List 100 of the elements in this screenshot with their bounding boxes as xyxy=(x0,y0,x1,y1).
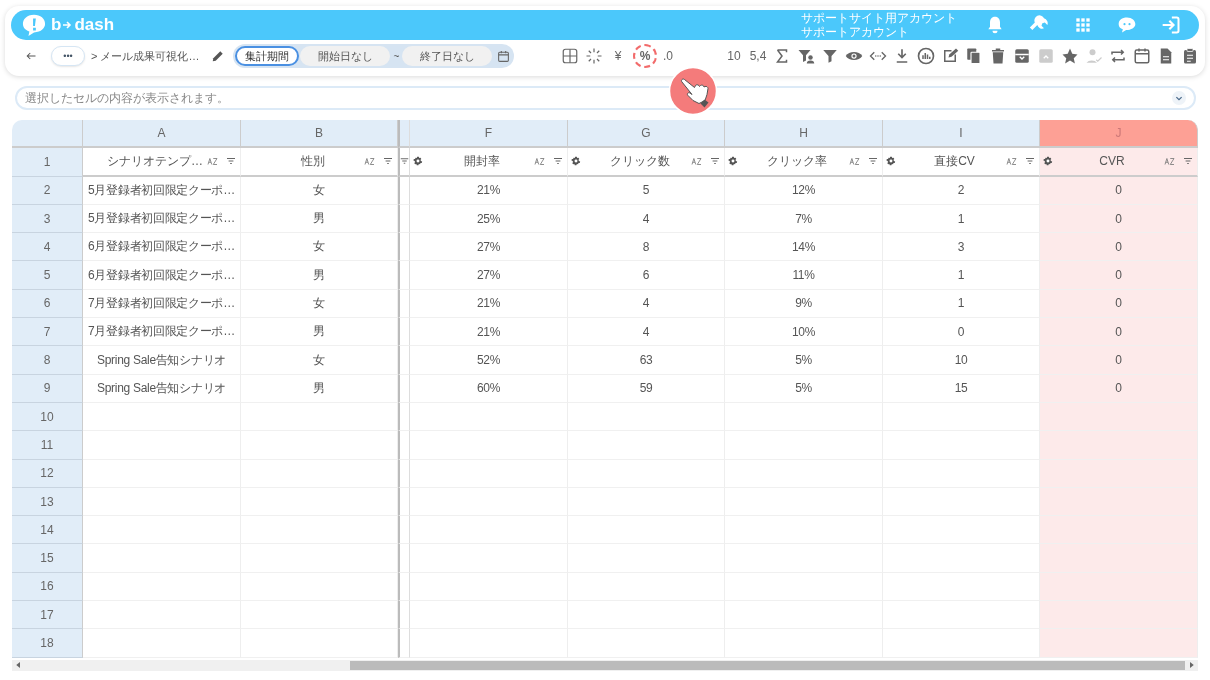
row-number[interactable]: 17 xyxy=(12,601,83,630)
format-button[interactable]: 10 xyxy=(725,47,743,65)
scroll-left-icon[interactable] xyxy=(16,662,21,669)
table-cell: 男 xyxy=(241,204,398,234)
copy-icon[interactable] xyxy=(965,47,983,65)
archive-icon[interactable] xyxy=(1013,47,1031,65)
filter-icon[interactable] xyxy=(1025,157,1035,166)
settings-icon[interactable] xyxy=(728,156,738,167)
row-number[interactable]: 16 xyxy=(12,572,83,602)
scroll-right-icon[interactable] xyxy=(1189,662,1194,669)
row-number[interactable]: 12 xyxy=(12,459,83,488)
filter-icon[interactable] xyxy=(383,157,393,166)
calendar-icon[interactable] xyxy=(1133,47,1151,65)
account-name: サポートサイト用アカウント xyxy=(801,11,957,25)
number-cell: 12% xyxy=(725,176,883,205)
number-cell: 21% xyxy=(410,318,568,347)
filter-person-icon[interactable] xyxy=(797,47,815,65)
sort-icon[interactable] xyxy=(691,156,702,166)
trash-icon[interactable] xyxy=(989,47,1007,65)
range-separator: ~ xyxy=(393,50,400,62)
sort-icon[interactable] xyxy=(534,156,545,166)
number-cell: 5% xyxy=(725,346,883,375)
row-number[interactable]: 11 xyxy=(12,431,83,460)
format-button[interactable]: % xyxy=(633,44,657,68)
logo-text: dash xyxy=(74,15,115,35)
sort-icon[interactable] xyxy=(207,156,218,166)
filter-icon[interactable] xyxy=(1183,157,1193,166)
clipboard-icon[interactable] xyxy=(1181,47,1199,65)
filter-icon[interactable] xyxy=(821,47,839,65)
number-cell: 0 xyxy=(1040,261,1198,290)
format-button[interactable]: .0 xyxy=(659,47,677,65)
calendar-icon[interactable] xyxy=(497,49,511,63)
pencil-icon[interactable] xyxy=(211,49,226,63)
column-header[interactable]: A xyxy=(83,120,241,149)
sort-icon[interactable] xyxy=(849,156,860,166)
row-number[interactable]: 6 xyxy=(12,289,83,319)
number-cell: 11% xyxy=(725,261,883,290)
start-date-field[interactable]: 開始日なし xyxy=(300,46,391,66)
filter-icon[interactable] xyxy=(400,157,409,166)
sort-icon[interactable] xyxy=(1164,156,1175,166)
chevron-down-icon[interactable] xyxy=(1172,91,1186,105)
row-number[interactable]: 1 xyxy=(12,148,83,177)
row-number[interactable]: 14 xyxy=(12,516,83,545)
row-number[interactable]: 13 xyxy=(12,487,83,517)
column-name: 性別 xyxy=(299,152,326,170)
settings-icon[interactable] xyxy=(571,156,581,167)
column-header[interactable]: F xyxy=(410,120,568,149)
row-number[interactable]: 15 xyxy=(12,544,83,573)
column-header[interactable]: H xyxy=(725,120,883,149)
filter-icon[interactable] xyxy=(710,157,720,166)
column-name: 開封率 xyxy=(463,152,501,170)
period-tab[interactable]: 集計期間 xyxy=(235,46,300,66)
number-cell: 4 xyxy=(568,318,725,347)
settings-icon[interactable] xyxy=(1043,156,1053,167)
format-button[interactable]: 5,4 xyxy=(749,47,767,65)
logo-icon xyxy=(21,13,47,37)
column-header[interactable]: B xyxy=(241,120,398,149)
number-cell: 21% xyxy=(410,289,568,319)
table-cell: 女 xyxy=(241,233,398,262)
cell-content-field[interactable]: 選択したセルの内容が表示されます。 xyxy=(15,86,1196,110)
filter-icon[interactable] xyxy=(868,157,878,166)
swap-icon[interactable] xyxy=(1109,47,1127,65)
account-name: サポートアカウント xyxy=(801,25,910,39)
more-button[interactable]: ••• xyxy=(51,46,85,66)
table-cell: 男 xyxy=(241,261,398,290)
settings-icon[interactable] xyxy=(413,156,423,167)
corner-cell[interactable] xyxy=(12,120,83,149)
row-number[interactable]: 5 xyxy=(12,261,83,290)
row-number[interactable]: 9 xyxy=(12,374,83,403)
filter-icon[interactable] xyxy=(553,157,563,166)
sort-icon[interactable] xyxy=(1006,156,1017,166)
column-name: シナリオテンプ… xyxy=(106,152,204,170)
row-number[interactable]: 18 xyxy=(12,629,83,658)
grid-icon[interactable] xyxy=(561,47,579,65)
breadcrumb[interactable]: > メール成果可視化… xyxy=(91,48,200,64)
column-header[interactable]: I xyxy=(883,120,1040,149)
chart-icon[interactable] xyxy=(917,47,935,65)
row-number[interactable]: 4 xyxy=(12,233,83,262)
end-date-field[interactable]: 終了日なし xyxy=(402,46,493,66)
number-cell: 0 xyxy=(1040,318,1198,347)
star-icon[interactable] xyxy=(1061,47,1079,65)
column-header[interactable]: G xyxy=(568,120,725,149)
table-cell: 7月登録者初回限定クーポ… xyxy=(83,318,241,347)
row-number[interactable]: 10 xyxy=(12,402,83,432)
sort-icon[interactable] xyxy=(364,156,375,166)
format-button[interactable]: ¥ xyxy=(609,47,627,65)
row-number[interactable]: 3 xyxy=(12,204,83,234)
row-number[interactable]: 7 xyxy=(12,318,83,347)
number-cell: 52% xyxy=(410,346,568,375)
settings-icon[interactable] xyxy=(886,156,896,167)
number-cell: 0 xyxy=(1040,346,1198,375)
edit-icon[interactable] xyxy=(941,47,959,65)
number-cell: 27% xyxy=(410,261,568,290)
number-cell: 0 xyxy=(1040,233,1198,262)
filter-icon[interactable] xyxy=(226,157,236,166)
row-number[interactable]: 8 xyxy=(12,346,83,375)
back-arrow-icon[interactable] xyxy=(25,50,37,62)
loading-icon[interactable] xyxy=(585,47,603,65)
horizontal-scrollbar[interactable] xyxy=(12,659,1198,671)
row-number[interactable]: 2 xyxy=(12,176,83,205)
